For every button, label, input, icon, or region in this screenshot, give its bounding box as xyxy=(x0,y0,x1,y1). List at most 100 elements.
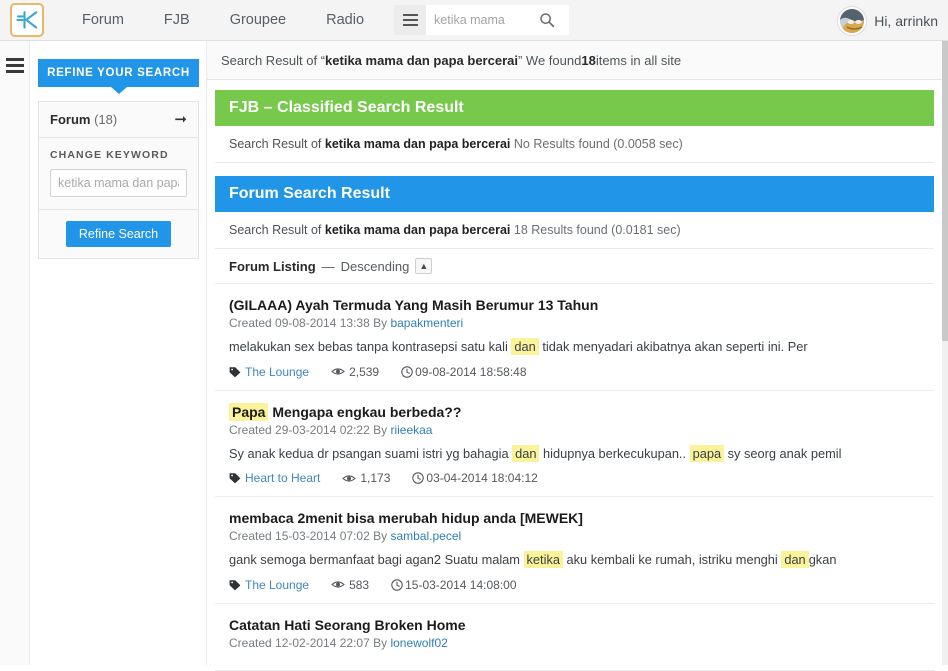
snippet-highlight-1: ketika xyxy=(523,551,563,569)
result-author-link[interactable]: riieekaa xyxy=(390,423,432,437)
nav-item-forum[interactable]: Forum xyxy=(62,12,144,28)
result-title-text: Catatan Hati Seorang Broken Home xyxy=(229,616,466,633)
forum-sub-result: 18 Results found (0.0181 sec) xyxy=(513,223,681,237)
forum-sub-query: ketika mama dan papa bercerai xyxy=(324,223,511,237)
rail-hamburger-icon[interactable] xyxy=(5,58,24,73)
page-scrollbar[interactable] xyxy=(942,41,948,665)
result-author-link[interactable]: bapakmenteri xyxy=(390,316,463,330)
search-icon[interactable] xyxy=(539,12,555,28)
result-views-count: 1,173 xyxy=(360,471,391,486)
arrow-right-icon[interactable]: ➞ xyxy=(174,112,187,127)
refine-panel-footer: Refine Search xyxy=(39,210,198,258)
result-title[interactable]: Papa Mengapa engkau berbeda?? xyxy=(229,402,920,421)
result-title[interactable]: (GILAAA) Ayah Termuda Yang Masih Berumur… xyxy=(229,297,920,313)
clock-icon xyxy=(412,472,425,484)
results-content: FJB – Classified Search Result Search Re… xyxy=(207,80,942,671)
forum-listing-bar: Forum Listing — Descending ▲ xyxy=(215,249,934,284)
result-created: Created 15-03-2014 07:02 By sambal.pecel xyxy=(229,529,920,543)
result-snippet: melakukan sex bebas tanpa kontrasepsi sa… xyxy=(229,338,920,356)
tag-icon xyxy=(229,473,241,484)
refine-panel: Forum (18) ➞ CHANGE KEYWORD Refine Searc… xyxy=(38,101,199,259)
change-keyword-section: CHANGE KEYWORD xyxy=(39,138,198,210)
nav-item-fjb[interactable]: FJB xyxy=(144,12,210,28)
result-time-value: 09-08-2014 18:58:48 xyxy=(415,364,527,379)
result-created-prefix: Created 12-02-2014 22:07 By xyxy=(229,635,391,650)
result-author-link[interactable]: lonewolf02 xyxy=(390,636,447,650)
snippet-highlight-1: dan xyxy=(512,444,540,462)
result-title-highlight: Papa xyxy=(229,402,269,421)
avatar[interactable] xyxy=(838,6,867,35)
result-time: 03-04-2014 18:04:12 xyxy=(412,471,538,486)
snippet-mid: aku kembali ke rumah, istriku menghi xyxy=(562,552,782,568)
summary-query: ketika mama dan papa bercerai xyxy=(325,52,518,68)
result-snippet: Sy anak kedua dr psangan suami istri yg … xyxy=(229,444,920,463)
keyword-input[interactable] xyxy=(50,169,187,197)
eye-icon xyxy=(331,368,345,375)
nav-item-radio[interactable]: Radio xyxy=(306,12,384,28)
result-author-link[interactable]: sambal.pecel xyxy=(390,529,461,543)
result-category-link[interactable]: The Lounge xyxy=(245,578,309,592)
clock-icon xyxy=(391,579,403,591)
snippet-pre: Sy anak kedua dr psangan suami istri yg … xyxy=(229,445,513,461)
left-rail xyxy=(0,41,30,665)
result-snippet: gank semoga bermanfaat bagi agan2 Suatu … xyxy=(229,551,920,569)
refine-search-button[interactable]: Refine Search xyxy=(65,221,172,247)
result-created-prefix: Created 09-08-2014 13:38 By xyxy=(229,316,391,330)
result-title-text: (GILAAA) Ayah Termuda Yang Masih Berumur… xyxy=(229,297,599,313)
user-greeting: Hi, arrinkn xyxy=(874,12,938,29)
result-item[interactable]: Papa Mengapa engkau berbeda?? Created 29… xyxy=(215,391,934,498)
result-created: Created 09-08-2014 13:38 By bapakmenteri xyxy=(229,316,920,330)
sidebar-item-forum[interactable]: Forum (18) ➞ xyxy=(39,102,198,138)
result-category[interactable]: Heart to Heart xyxy=(229,471,320,485)
fjb-sub-result: No Results found (0.0058 sec) xyxy=(513,137,683,151)
snippet-highlight-2: dan xyxy=(781,551,809,569)
snippet-highlight-2: papa xyxy=(689,444,725,462)
snippet-pre: gank semoga bermanfaat bagi agan2 Suatu … xyxy=(229,552,524,568)
refine-your-search-tab[interactable]: REFINE YOUR SEARCH xyxy=(38,59,199,94)
caret-up-icon[interactable]: ▲ xyxy=(415,258,433,274)
user-area[interactable]: Hi, arrinkn xyxy=(838,0,938,41)
result-time: 09-08-2014 18:58:48 xyxy=(401,364,527,379)
snippet-post: gkan xyxy=(808,552,837,568)
result-title-text: Mengapa engkau berbeda?? xyxy=(268,403,462,420)
forum-listing-order: Descending xyxy=(340,258,410,274)
summary-prefix: Search Result of “ xyxy=(221,52,326,68)
result-time-value: 03-04-2014 18:04:12 xyxy=(426,471,538,486)
summary-count: 18 xyxy=(581,52,596,68)
top-navigation-bar: Forum FJB Groupee Radio Hi xyxy=(0,0,948,41)
fjb-sub-query: ketika mama dan papa bercerai xyxy=(324,137,511,151)
refine-tab-label: REFINE YOUR SEARCH xyxy=(47,67,190,79)
fjb-sub-prefix: Search Result of xyxy=(229,137,325,151)
result-time: 15-03-2014 14:08:00 xyxy=(391,577,517,592)
result-item[interactable]: membaca 2menit bisa merubah hidup anda [… xyxy=(215,497,934,604)
result-title[interactable]: Catatan Hati Seorang Broken Home xyxy=(229,617,920,633)
refine-sidebar: REFINE YOUR SEARCH Forum (18) ➞ CHANGE K… xyxy=(30,41,206,259)
sidebar-forum-label: Forum xyxy=(50,112,91,127)
tag-icon xyxy=(229,366,241,378)
eye-icon xyxy=(342,475,357,482)
snippet-mid: tidak menyadari akibatnya akan seperti i… xyxy=(538,339,808,354)
result-item[interactable]: Catatan Hati Seorang Broken Home Created… xyxy=(215,604,934,671)
forum-listing-label: Forum Listing xyxy=(229,258,316,274)
result-category[interactable]: The Lounge xyxy=(229,365,309,379)
result-category-link[interactable]: The Lounge xyxy=(245,365,309,379)
search-input[interactable] xyxy=(434,13,540,27)
result-views-count: 583 xyxy=(349,577,370,592)
eye-icon xyxy=(331,581,345,588)
result-item[interactable]: (GILAAA) Ayah Termuda Yang Masih Berumur… xyxy=(215,284,934,391)
hamburger-icon[interactable] xyxy=(394,5,427,35)
result-category-link[interactable]: Heart to Heart xyxy=(245,471,320,485)
scrollbar-thumb[interactable] xyxy=(942,41,948,341)
snippet-pre: melakukan sex bebas tanpa kontrasepsi sa… xyxy=(229,339,512,354)
result-time-value: 15-03-2014 14:08:00 xyxy=(405,577,517,592)
primary-nav: Forum FJB Groupee Radio xyxy=(62,12,384,28)
fjb-section-subtext: Search Result of ketika mama dan papa be… xyxy=(215,126,934,163)
result-views: 583 xyxy=(331,578,369,592)
sidebar-forum-count: (18) xyxy=(94,112,118,127)
result-title[interactable]: membaca 2menit bisa merubah hidup anda [… xyxy=(229,510,920,526)
nav-item-groupee[interactable]: Groupee xyxy=(210,12,306,28)
user-avatar-icon xyxy=(840,8,865,33)
site-logo[interactable] xyxy=(10,3,44,37)
result-category[interactable]: The Lounge xyxy=(229,578,309,592)
